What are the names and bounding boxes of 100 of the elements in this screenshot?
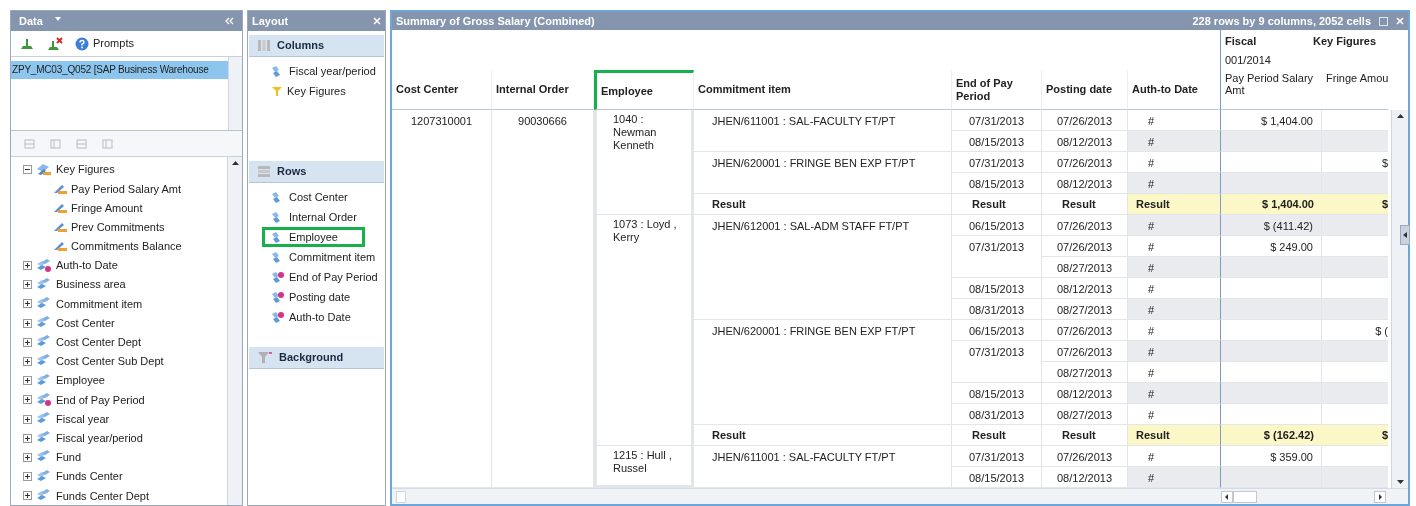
expand-icon[interactable] [23,433,32,443]
scroll-down-icon[interactable] [1396,480,1404,484]
header-label: Key Figures [1313,34,1376,49]
tree-item[interactable]: Cost Center [56,314,115,332]
column-header[interactable]: Posting date [1042,70,1128,110]
table-cell: $ [1322,425,1388,446]
arrows-pin-icon [271,271,285,283]
expand-icon[interactable] [23,414,32,424]
table-cell: JHEN/620001 : FRINGE BEN EXP FT/PT [694,152,952,194]
expand-icon[interactable] [23,280,32,290]
table-cell: $ (411.42) [1220,215,1322,236]
scroll-up-icon[interactable] [231,161,239,165]
close-icon[interactable] [373,17,381,25]
side-tab[interactable] [1400,225,1410,245]
close-icon[interactable] [1396,17,1404,25]
scroll-thumb[interactable] [1233,490,1257,503]
tree-item[interactable]: Fiscal year [56,410,110,428]
filter-icon [257,351,273,364]
expand-icon[interactable] [23,376,32,386]
cubes-icon [36,373,52,388]
column-header[interactable]: Cost Center [392,70,492,110]
tree-item[interactable]: Business area [56,276,126,293]
tree-item[interactable]: Auth-to Date [56,257,118,274]
table-cell [1322,173,1388,194]
expand-icon[interactable] [23,356,32,366]
table-cell: 07/31/2013 [952,446,1042,467]
expand-icon[interactable] [23,491,32,501]
field-item[interactable]: Cost Center [262,187,383,207]
tree-item[interactable]: Prev Commitments [71,218,165,236]
scrollbar[interactable] [228,57,242,130]
tree-item[interactable]: Pay Period Salary Amt [71,180,182,198]
expand-icon[interactable] [23,395,32,405]
scrollbar[interactable] [227,157,242,505]
caret-icon [1403,232,1407,238]
field-item[interactable]: Employee [262,227,365,247]
field-item[interactable]: Key Figures [262,81,383,101]
expand-icon[interactable] [23,337,32,347]
field-item[interactable]: Fiscal year/period [262,61,383,81]
table-cell: 08/15/2013 [952,131,1042,152]
table-cell: Result [694,194,952,215]
field-item[interactable]: Internal Order [262,207,383,227]
tree-item[interactable]: End of Pay Period [56,391,145,409]
tree-item[interactable]: Cost Center Sub Dept [56,353,164,370]
tree-item[interactable]: Funds Center Dept [56,487,149,505]
column-header[interactable]: Internal Order [492,70,594,110]
collapse-icon[interactable] [23,165,32,175]
table-cell: 1073 : Loyd , Kerry [594,215,694,446]
table-cell: JHEN/611001 : SAL-FACULTY FT/PT [694,110,952,152]
table-cell: 1040 : Newman Kenneth [594,110,694,215]
column-header[interactable]: Commitment item [694,70,952,110]
field-item[interactable]: Commitment item [262,247,383,267]
scroll-right-icon[interactable] [1374,490,1386,503]
caret-icon[interactable] [55,17,62,21]
source-item[interactable]: ZPY_MC03_Q052 [SAP Business Warehouse [11,61,228,79]
tree-item[interactable]: Key Figures [56,161,115,178]
tree-item[interactable]: Fund [56,449,82,466]
table-cell: Result [952,194,1042,215]
tree-item[interactable]: Fringe Amount [71,199,143,217]
table-cell: $ 249.00 [1220,236,1322,257]
column-header[interactable]: End of Pay Period [952,70,1042,110]
tree-item[interactable]: Employee [56,372,105,389]
field-item[interactable]: End of Pay Period [262,267,383,287]
stacked-icon [36,163,52,177]
expand-icon[interactable] [23,318,32,328]
expand-icon[interactable] [23,299,32,309]
expand-icon[interactable] [23,452,32,462]
tree-item[interactable]: Funds Center [56,468,123,485]
header-label: Fiscal [1225,34,1257,49]
table-cell: 06/15/2013 [952,215,1042,236]
table-cell: $ 1,404.00 [1220,110,1322,131]
horizontal-scrollbar[interactable] [392,488,1408,504]
expand-icon[interactable] [23,261,32,271]
table-cell: # [1128,257,1220,278]
add-icon[interactable] [19,36,35,51]
table-cell: $ 1,404.00 [1220,194,1322,215]
report-summary: 228 rows by 9 columns, 2052 cells [1192,13,1371,29]
table-cell: $ (162.42) [1220,425,1322,446]
scroll-left-icon[interactable] [1221,490,1233,503]
panel-title: Layout [252,13,289,29]
tree-item[interactable]: Commitments Balance [71,238,182,255]
table-cell: Result [1128,194,1220,215]
cubes-pin-icon [36,392,52,407]
prompts-button[interactable]: Prompts [75,35,134,52]
expand-icon[interactable] [23,472,32,482]
table-cell: 07/31/2013 [952,152,1042,173]
table-cell: Result [1128,425,1220,446]
columns-icon [257,39,271,52]
table-cell: Result [694,425,952,446]
tree-item[interactable]: Commitment item [56,295,143,313]
field-item[interactable]: Posting date [262,287,383,307]
ruler-icon [53,182,67,195]
table-cell: $ [1322,194,1388,215]
column-header[interactable]: Employee [594,70,694,110]
scroll-up-icon[interactable] [1396,114,1404,118]
remove-icon[interactable] [47,36,63,51]
field-item[interactable]: Auth-to Date [262,307,383,327]
tree-item[interactable]: Cost Center Dept [56,334,141,351]
scrollbar[interactable] [1391,110,1408,488]
tree-item[interactable]: Fiscal year/period [56,429,143,447]
cubes-pin-icon [36,258,52,273]
